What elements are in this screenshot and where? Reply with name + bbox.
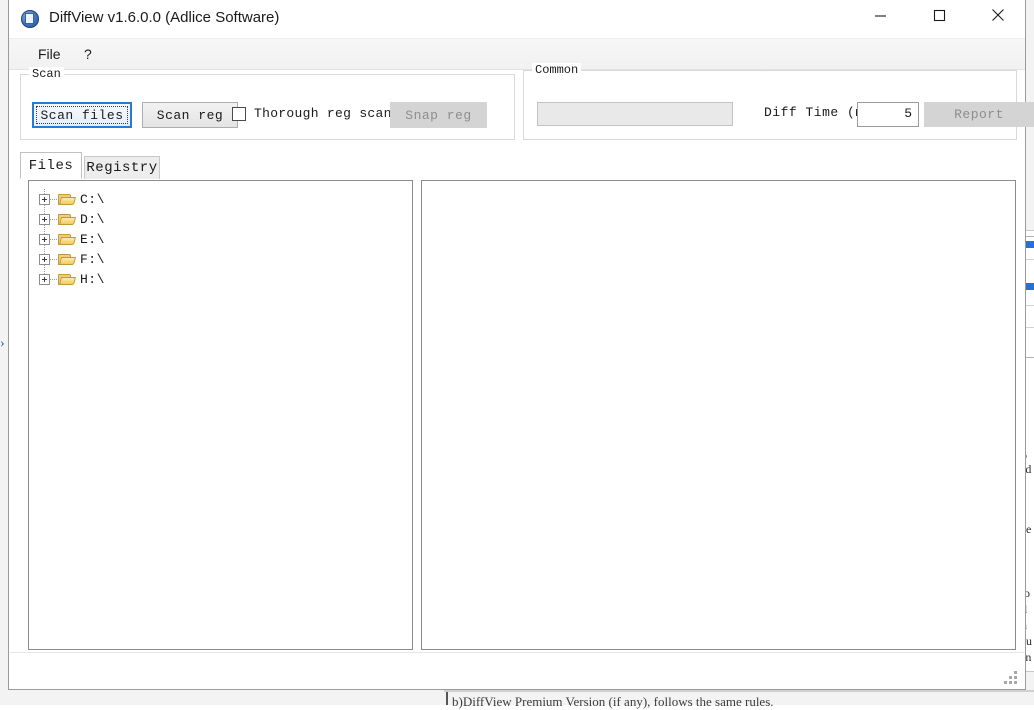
drive-tree: C:\ D:\ E:\ F:\ H:\ — [37, 189, 105, 289]
tree-item-label: D:\ — [80, 211, 105, 227]
tree-dash — [50, 278, 58, 280]
expand-plus-icon[interactable] — [39, 273, 50, 285]
tree-item[interactable]: C:\ — [37, 189, 105, 209]
background-caret — [446, 692, 448, 705]
report-button: Report — [924, 102, 1034, 127]
folder-icon — [58, 193, 76, 206]
background-separator — [444, 690, 1034, 692]
tree-dash — [50, 258, 58, 260]
tree-item-label: F:\ — [80, 251, 105, 267]
folder-icon — [58, 273, 76, 286]
expand-plus-icon[interactable] — [39, 213, 50, 225]
diffview-main-window: DiffView v1.6.0.0 (Adlice Software) File… — [8, 0, 1034, 690]
common-group: Common Diff Time (mn) 5 Report — [523, 63, 1034, 140]
expand-plus-icon[interactable] — [39, 193, 50, 205]
folder-icon — [58, 213, 76, 226]
tree-item-label: E:\ — [80, 231, 105, 247]
menu-bar: File ? — [9, 39, 1025, 70]
app-shield-icon — [21, 10, 39, 28]
expand-plus-icon[interactable] — [39, 233, 50, 245]
tab-strip: Files Registry — [20, 152, 1016, 179]
tab-files[interactable]: Files — [20, 152, 82, 179]
diff-time-input[interactable]: 5 — [857, 102, 919, 127]
expand-plus-icon[interactable] — [39, 253, 50, 265]
scan-reg-label: Scan reg — [156, 107, 224, 123]
tree-item-label: C:\ — [80, 191, 105, 207]
report-label: Report — [954, 107, 1004, 122]
scan-group-title: Scan — [29, 67, 64, 81]
snap-reg-button: Snap reg — [390, 102, 487, 128]
maximize-icon[interactable] — [916, 0, 962, 30]
tab-registry[interactable]: Registry — [84, 156, 160, 179]
tab-files-label: Files — [28, 157, 74, 174]
snap-reg-label: Snap reg — [405, 107, 472, 123]
background-left-fragment: › — [0, 336, 5, 351]
thorough-reg-scan-checkbox[interactable]: Thorough reg scan — [232, 106, 392, 121]
scan-group: Scan Scan files Scan reg Thorough reg sc… — [20, 67, 515, 140]
minimize-icon[interactable] — [857, 0, 903, 30]
file-tree-panel[interactable]: C:\ D:\ E:\ F:\ H:\ — [28, 180, 413, 650]
tree-dash — [50, 198, 58, 200]
tree-item[interactable]: F:\ — [37, 249, 105, 269]
scan-files-button[interactable]: Scan files — [32, 102, 132, 128]
tree-dash — [50, 218, 58, 220]
tree-item[interactable]: E:\ — [37, 229, 105, 249]
scan-reg-button[interactable]: Scan reg — [142, 102, 238, 128]
thorough-reg-scan-label: Thorough reg scan — [254, 106, 392, 121]
status-bar — [10, 652, 1024, 689]
detail-results-panel[interactable] — [421, 180, 1016, 650]
folder-icon — [58, 233, 76, 246]
tree-item[interactable]: H:\ — [37, 269, 105, 289]
menu-item-file[interactable]: File — [31, 44, 68, 64]
folder-icon — [58, 253, 76, 266]
menu-item-help[interactable]: ? — [77, 44, 99, 64]
status-progress-field — [537, 102, 733, 126]
tree-dash — [50, 238, 58, 240]
common-group-title: Common — [532, 63, 582, 77]
background-bottom-text: b)DiffView Premium Version (if any), fol… — [452, 694, 774, 709]
checkbox-box[interactable] — [232, 106, 246, 121]
window-title: DiffView v1.6.0.0 (Adlice Software) — [49, 9, 280, 26]
tab-registry-label: Registry — [86, 160, 158, 176]
scan-files-label: Scan files — [40, 107, 124, 123]
close-icon[interactable] — [975, 0, 1021, 30]
tree-item[interactable]: D:\ — [37, 209, 105, 229]
tree-item-label: H:\ — [80, 271, 105, 287]
resize-grip-icon[interactable] — [1004, 671, 1018, 684]
title-bar: DiffView v1.6.0.0 (Adlice Software) — [9, 0, 1025, 39]
